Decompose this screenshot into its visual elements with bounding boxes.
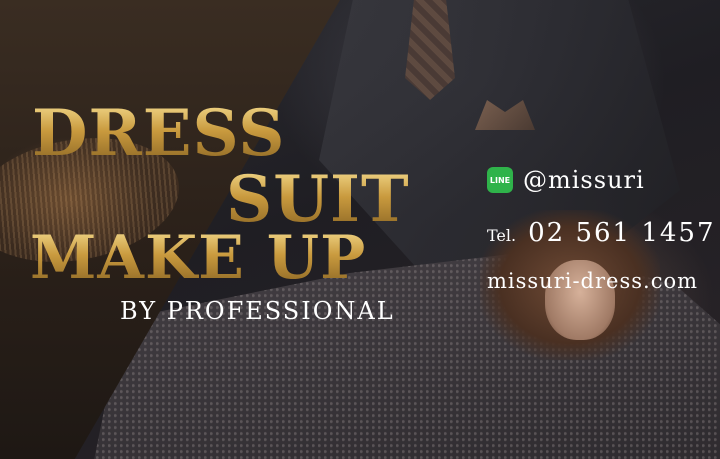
line-handle[interactable]: @missuri [523, 166, 645, 194]
tel-number[interactable]: 02 561 1457 [528, 218, 715, 248]
website-link[interactable]: missuri-dress.com [487, 269, 698, 293]
phone-contact[interactable]: Tel. 02 561 1457 [487, 218, 716, 248]
tel-label: Tel. [487, 226, 517, 245]
line-app-icon: LINE [487, 167, 513, 193]
headline-makeup: MAKE UP [30, 223, 367, 293]
subtitle: BY PROFESSIONAL [120, 297, 395, 325]
headline-dress: DRESS [32, 96, 286, 171]
promo-banner: DRESS SUIT MAKE UP BY PROFESSIONAL LINE … [0, 0, 720, 459]
line-contact[interactable]: LINE @missuri [487, 166, 645, 194]
